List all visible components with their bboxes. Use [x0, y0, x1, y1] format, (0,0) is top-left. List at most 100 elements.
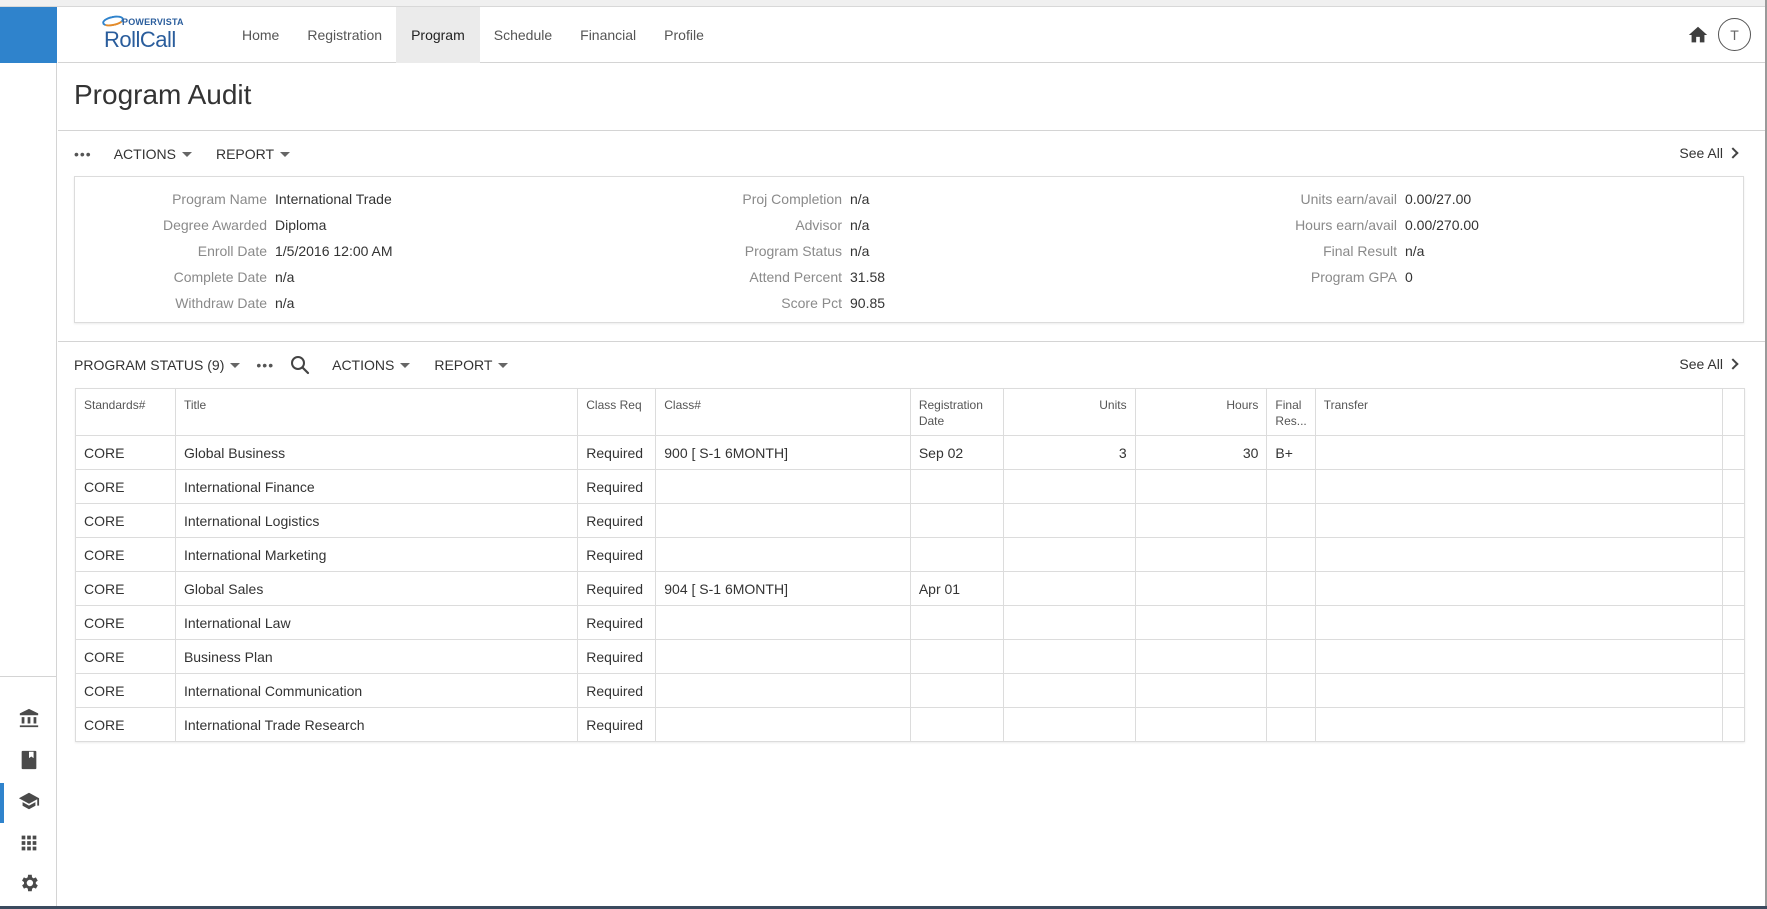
cell-transfer: [1314, 673, 1723, 708]
cell-spacer: [1721, 537, 1746, 572]
section-divider: [58, 341, 1765, 342]
cell-units: [1002, 537, 1136, 572]
institution-icon: [18, 707, 40, 734]
search-icon[interactable]: [290, 355, 310, 375]
table-row[interactable]: CORE Global Business Required 900 [ S-1 6MO…: [75, 435, 1746, 470]
col-header-class-number[interactable]: Class#: [655, 388, 911, 436]
cell-final-result: [1266, 571, 1316, 606]
cell-class-req: Required: [577, 639, 657, 674]
rail-item-institution[interactable]: [0, 700, 57, 740]
status-actions-dropdown[interactable]: ACTIONS: [332, 357, 411, 373]
cell-final-result: [1266, 503, 1316, 538]
cell-class-req: Required: [577, 673, 657, 708]
field-complete-date: Complete Date n/a: [173, 269, 295, 285]
table-row[interactable]: CORE International Finance Required: [75, 469, 1746, 504]
col-header-units[interactable]: Units: [1002, 388, 1136, 436]
status-report-dropdown[interactable]: REPORT: [434, 357, 509, 373]
status-see-all-link[interactable]: See All: [1679, 356, 1739, 372]
cell-standards: CORE: [75, 571, 176, 606]
table-row[interactable]: CORE Global Sales Required 904 [ S-1 6MONTH…: [75, 571, 1746, 606]
see-all-label: See All: [1679, 145, 1723, 161]
cell-class-req: Required: [577, 537, 657, 572]
home-icon[interactable]: [1687, 24, 1709, 46]
table-row[interactable]: CORE International Logistics Required: [75, 503, 1746, 538]
table-row[interactable]: CORE International Trade Research Required: [75, 707, 1746, 742]
summary-actions-dropdown[interactable]: ACTIONS: [114, 146, 192, 162]
cell-units: [1002, 673, 1136, 708]
cell-title: Business Plan: [174, 639, 579, 674]
cell-hours: [1134, 707, 1268, 742]
field-final-result: Final Result n/a: [1323, 243, 1425, 259]
nav-tab-profile[interactable]: Profile: [650, 7, 718, 63]
col-header-hours[interactable]: Hours: [1134, 388, 1268, 436]
col-header-standards[interactable]: Standards#: [75, 388, 176, 436]
cell-units: [1002, 639, 1136, 674]
cell-spacer: [1721, 469, 1746, 504]
table-row[interactable]: CORE International Marketing Required: [75, 537, 1746, 572]
cell-class-req: Required: [577, 605, 657, 640]
table-row[interactable]: CORE International Law Required: [75, 605, 1746, 640]
table-row[interactable]: CORE Business Plan Required: [75, 639, 1746, 674]
cell-registration-date: [909, 605, 1004, 640]
field-degree-awarded: Degree Awarded Diploma: [162, 217, 327, 233]
more-options-icon[interactable]: •••: [74, 146, 92, 162]
col-header-spacer: [1721, 388, 1746, 436]
cell-standards: CORE: [75, 707, 176, 742]
nav-tab-schedule[interactable]: Schedule: [480, 7, 566, 63]
more-options-icon[interactable]: •••: [256, 357, 274, 373]
program-status-dropdown[interactable]: PROGRAM STATUS (9): [74, 357, 241, 373]
nav-tab-program[interactable]: Program: [396, 7, 480, 63]
rail-item-apps[interactable]: [0, 825, 57, 865]
summary-see-all-link[interactable]: See All: [1679, 145, 1739, 161]
nav-tab-home[interactable]: Home: [228, 7, 293, 63]
cell-class-req: Required: [577, 469, 657, 504]
rail-item-settings[interactable]: [0, 865, 57, 905]
field-enroll-date: Enroll Date 1/5/2016 12:00 AM: [197, 243, 393, 259]
cell-standards: CORE: [75, 503, 176, 538]
cell-final-result: [1266, 605, 1316, 640]
rail-item-book[interactable]: [0, 742, 57, 782]
caret-down-icon: [498, 362, 509, 368]
program-status-table: Standards# Title Class Req Class# Regist…: [75, 388, 1746, 742]
program-status-toolbar: PROGRAM STATUS (9) ••• ACTIONS REPORT: [74, 353, 532, 377]
cell-class-number: [655, 639, 911, 674]
program-summary-card: Program Name International Trade Degree A…: [74, 176, 1744, 323]
page-title: Program Audit: [74, 79, 252, 110]
cell-spacer: [1721, 673, 1746, 708]
cell-units: [1002, 605, 1136, 640]
cell-final-result: [1266, 673, 1316, 708]
table-header-row: Standards# Title Class Req Class# Regist…: [75, 388, 1746, 436]
cell-units: [1002, 571, 1136, 606]
rail-divider: [0, 676, 57, 677]
col-header-final-result[interactable]: Final Res...: [1266, 388, 1316, 436]
cell-class-number: [655, 469, 911, 504]
col-header-title[interactable]: Title: [174, 388, 579, 436]
field-withdraw-date: Withdraw Date n/a: [175, 295, 295, 311]
cell-transfer: [1314, 707, 1723, 742]
cell-standards: CORE: [75, 605, 176, 640]
table-row[interactable]: CORE International Communication Required: [75, 673, 1746, 708]
col-header-transfer[interactable]: Transfer: [1314, 388, 1723, 436]
summary-report-dropdown[interactable]: REPORT: [216, 146, 291, 162]
cell-title: Global Sales: [174, 571, 579, 606]
cell-title: Global Business: [174, 435, 579, 470]
cell-title: International Law: [174, 605, 579, 640]
rollcall-logo[interactable]: POWERVISTA RollCall: [100, 13, 200, 57]
nav-tab-financial[interactable]: Financial: [566, 7, 650, 63]
user-avatar[interactable]: T: [1718, 18, 1751, 51]
field-score-pct: Score Pct 90.85: [781, 295, 886, 311]
field-program-status: Program Status n/a: [744, 243, 870, 259]
nav-tab-registration[interactable]: Registration: [293, 7, 396, 63]
see-all-label: See All: [1679, 356, 1723, 372]
cell-units: [1002, 503, 1136, 538]
cell-registration-date: [909, 639, 1004, 674]
main-nav-tabs: Home Registration Program Schedule Finan…: [228, 7, 718, 63]
cell-standards: CORE: [75, 673, 176, 708]
rail-item-program[interactable]: [0, 783, 57, 823]
col-header-registration-date[interactable]: Registration Date: [909, 388, 1004, 436]
cell-registration-date: [909, 503, 1004, 538]
cell-final-result: [1266, 707, 1316, 742]
cell-registration-date: Sep 02: [909, 435, 1004, 470]
col-header-class-req[interactable]: Class Req: [577, 388, 657, 436]
book-icon: [18, 749, 40, 776]
